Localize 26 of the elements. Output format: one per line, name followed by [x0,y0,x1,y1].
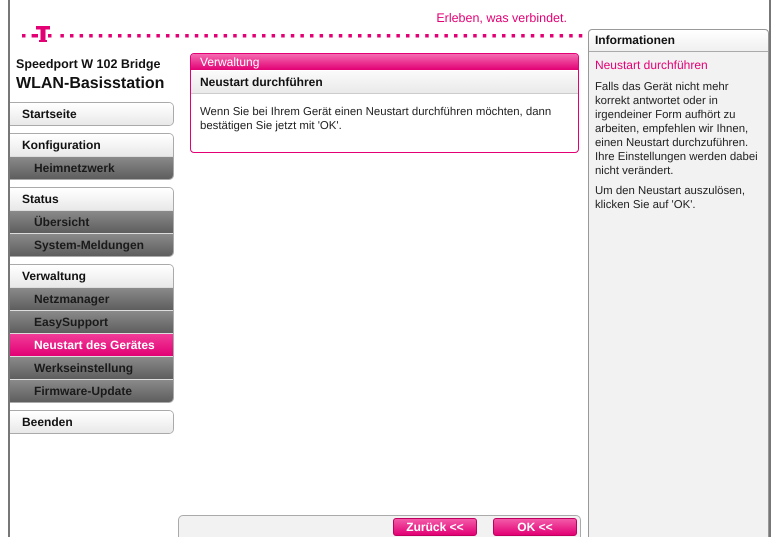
ok-button[interactable]: OK << [492,518,577,536]
nav-item[interactable]: Firmware-Update [10,379,173,402]
nav-item[interactable]: System-Meldungen [10,233,173,256]
panel-text: Wenn Sie bei Ihrem Gerät einen Neustart durchführen möchten, dann bestätigen Sie jetzt mit 'OK'. [199,105,552,134]
device-name: WLAN-Basisstation [16,75,166,93]
nav-group-header[interactable]: Status [10,188,173,210]
info-paragraph: Falls das Gerät nicht mehr korrekt antwortet oder in irgendeiner Form aufhört zu arbeiten, empfehlen wir Ihnen, einen Neustart durchzuführen. Ihre Einstellungen werden dabei nicht verändert. [594,80,759,178]
panel-title: Neustart durchführen [191,70,578,94]
nav-item[interactable]: Neustart des Gerätes [10,333,173,356]
info-heading: Neustart durchführen [594,58,709,72]
nav-group-header[interactable]: Konfiguration [10,134,173,156]
nav-item[interactable]: Netzmanager [10,287,173,310]
info-paragraph: Um den Neustart auszulösen, klicken Sie auf 'OK'. [594,184,746,212]
back-button[interactable]: Zurück << [392,518,477,536]
nav-group-header[interactable]: Beenden [10,411,173,433]
tagline: Erleben, was verbindet. [436,11,567,25]
nav-item[interactable]: Werkseinstellung [10,356,173,379]
nav-group-header[interactable]: Verwaltung [10,265,173,287]
device-model: Speedport W 102 Bridge [16,57,162,71]
nav-item[interactable]: EasySupport [10,310,173,333]
section-header: Verwaltung [191,54,578,70]
nav-group-header[interactable]: Startseite [10,103,173,125]
nav-item[interactable]: Übersicht [10,210,173,233]
nav-item[interactable]: Heimnetzwerk [10,156,173,179]
info-title: Informationen [588,30,768,52]
logo-icon [34,26,52,42]
